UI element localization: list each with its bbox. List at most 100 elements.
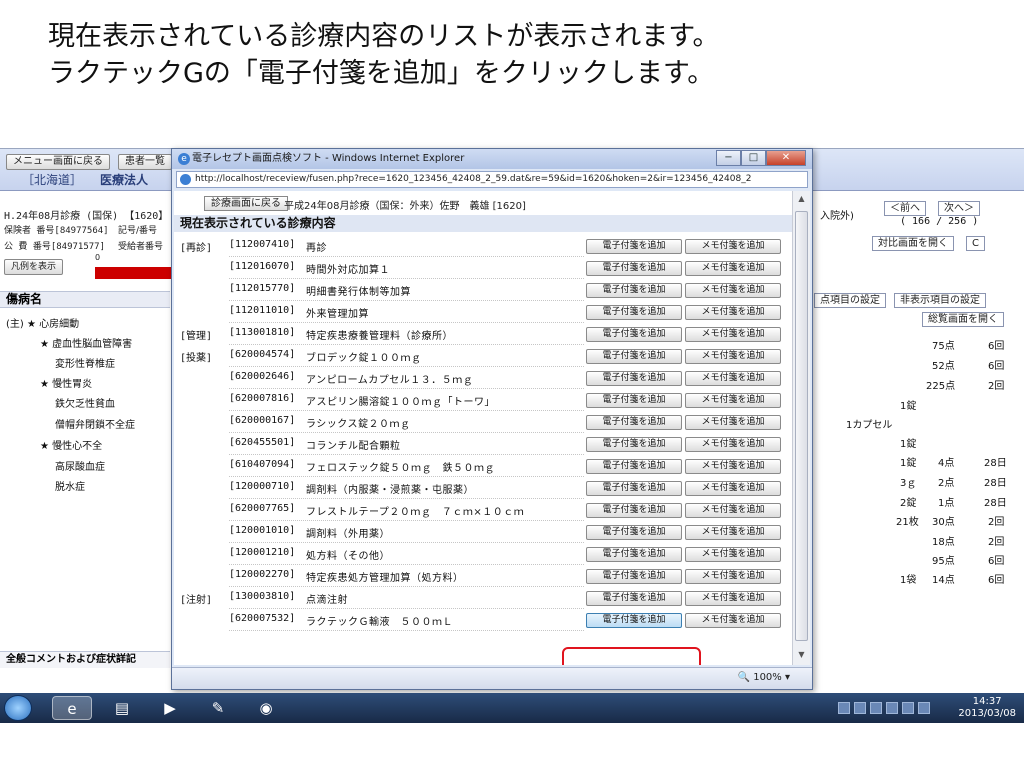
patient-list-button[interactable]: 患者一覧: [118, 154, 172, 170]
hidden-item-settings-button[interactable]: 非表示項目の設定: [894, 293, 986, 308]
tray-icon[interactable]: [918, 702, 930, 714]
page-content: 診療画面に戻る 平成24年08月診療（国保：外来）佐野 義雄 [1620] 現在…: [174, 191, 792, 665]
item-code: [120002270]: [229, 569, 296, 580]
tray-icon[interactable]: [838, 702, 850, 714]
add-memo-note-button[interactable]: メモ付箋を追加: [685, 415, 781, 430]
item-code: [620007816]: [229, 393, 296, 404]
add-electronic-note-button[interactable]: 電子付箋を追加: [586, 393, 682, 408]
add-electronic-note-button[interactable]: 電子付箋を追加: [586, 349, 682, 364]
add-memo-note-button[interactable]: メモ付箋を追加: [685, 327, 781, 342]
item-name: 処方料（その他）: [306, 551, 390, 562]
ie-taskbar-icon[interactable]: e: [52, 696, 92, 720]
add-memo-note-button[interactable]: メモ付箋を追加: [685, 613, 781, 628]
list-item: ★ 慢性心不全: [40, 441, 103, 452]
add-memo-note-button[interactable]: メモ付箋を追加: [685, 371, 781, 386]
next-button[interactable]: 次へ＞: [938, 201, 980, 216]
legend-button[interactable]: 凡例を表示: [4, 259, 64, 275]
vertical-scrollbar[interactable]: ▲ ▼: [792, 191, 810, 665]
table-row: [620007816] アスピリン腸溶錠１００ｍｇ「トーワ」 電子付箋を追加 メモ付箋…: [174, 389, 792, 411]
comment-section-title: 全般コメントおよび症状詳記: [0, 651, 170, 668]
add-electronic-note-button[interactable]: 電子付箋を追加: [586, 327, 682, 342]
add-electronic-note-button[interactable]: 電子付箋を追加: [586, 547, 682, 562]
tray-icon[interactable]: [870, 702, 882, 714]
add-electronic-note-button[interactable]: 電子付箋を追加: [586, 261, 682, 276]
add-electronic-note-button[interactable]: 電子付箋を追加: [586, 459, 682, 474]
item-code: [620455501]: [229, 437, 296, 448]
close-button[interactable]: ✕: [766, 150, 806, 166]
table-row: [620455501] コランチル配合顆粒 電子付箋を追加 メモ付箋を追加: [174, 433, 792, 455]
add-memo-note-button[interactable]: メモ付箋を追加: [685, 393, 781, 408]
list-item: ★ 慢性胃炎: [40, 379, 93, 390]
add-electronic-note-button[interactable]: 電子付箋を追加: [586, 569, 682, 584]
tray-icon[interactable]: [886, 702, 898, 714]
start-button[interactable]: [4, 695, 32, 721]
add-electronic-note-button[interactable]: 電子付箋を追加: [586, 283, 682, 298]
list-item: ★ 虚血性脳血管障害: [40, 339, 133, 350]
window-titlebar[interactable]: e 電子レセプト画面点検ソフト - Windows Internet Explo…: [172, 149, 812, 169]
item-name: ラシックス錠２０ｍｇ: [306, 419, 411, 430]
add-electronic-note-button[interactable]: 電子付箋を追加: [586, 371, 682, 386]
compare-screen-button[interactable]: 対比画面を開く: [872, 236, 954, 251]
menu-return-button[interactable]: メニュー画面に戻る: [6, 154, 110, 170]
item-name: 特定疾患療養管理料（診療所）: [306, 331, 453, 342]
add-electronic-note-button[interactable]: 電子付箋を追加: [586, 481, 682, 496]
add-electronic-note-button[interactable]: 電子付箋を追加: [586, 437, 682, 452]
add-memo-note-button[interactable]: メモ付箋を追加: [685, 525, 781, 540]
item-code: [620004574]: [229, 349, 296, 360]
add-memo-note-button[interactable]: メモ付箋を追加: [685, 569, 781, 584]
address-bar[interactable]: http://localhost/receview/fusen.php?rece…: [176, 171, 808, 188]
minimize-button[interactable]: −: [716, 150, 741, 166]
add-memo-note-button[interactable]: メモ付箋を追加: [685, 305, 781, 320]
item-name: ブロデック錠１００ｍｇ: [306, 353, 422, 364]
add-memo-note-button[interactable]: メモ付箋を追加: [685, 349, 781, 364]
add-memo-note-button[interactable]: メモ付箋を追加: [685, 591, 781, 606]
overview-screen-button[interactable]: 総覧画面を開く: [922, 312, 1004, 327]
maximize-button[interactable]: □: [741, 150, 766, 166]
ie-logo-icon: e: [178, 153, 190, 165]
table-row: [620000167] ラシックス錠２０ｍｇ 電子付箋を追加 メモ付箋を追加: [174, 411, 792, 433]
item-code: [112016070]: [229, 261, 296, 272]
media-taskbar-icon[interactable]: ▶: [150, 696, 190, 720]
add-electronic-note-button[interactable]: 電子付箋を追加: [586, 305, 682, 320]
tray-icon[interactable]: [854, 702, 866, 714]
add-electronic-note-button[interactable]: 電子付箋を追加: [586, 613, 682, 628]
folder-taskbar-icon[interactable]: ▤: [102, 696, 142, 720]
item-name: アスピリン腸溶錠１００ｍｇ「トーワ」: [306, 397, 495, 408]
add-electronic-note-button[interactable]: 電子付箋を追加: [586, 415, 682, 430]
back-to-clinic-button[interactable]: 診療画面に戻る: [204, 196, 288, 211]
tray-icon[interactable]: [902, 702, 914, 714]
c-button[interactable]: C: [966, 236, 985, 251]
add-memo-note-button[interactable]: メモ付箋を追加: [685, 239, 781, 254]
add-memo-note-button[interactable]: メモ付箋を追加: [685, 459, 781, 474]
add-memo-note-button[interactable]: メモ付箋を追加: [685, 437, 781, 452]
caption-line-2: ラクテックGの「電子付箋を追加」をクリックします。: [48, 58, 715, 89]
item-name: ラクテックＧ輸液 ５００ｍＬ: [306, 617, 453, 628]
scroll-down-icon[interactable]: ▼: [793, 647, 810, 663]
scroll-up-icon[interactable]: ▲: [793, 191, 810, 207]
page-indicator: ( 166 / 256 ): [900, 216, 979, 227]
disease-section-title: 傷病名: [0, 291, 170, 308]
add-memo-note-button[interactable]: メモ付箋を追加: [685, 481, 781, 496]
zoom-control[interactable]: 🔍 100% ▾: [738, 672, 790, 683]
prev-button[interactable]: ＜前へ: [884, 201, 926, 216]
clock-time: 14:37: [972, 696, 1002, 707]
add-electronic-note-button[interactable]: 電子付箋を追加: [586, 525, 682, 540]
progress-bar: [95, 267, 175, 279]
add-memo-note-button[interactable]: メモ付箋を追加: [685, 283, 781, 298]
scroll-thumb[interactable]: [795, 211, 808, 641]
add-memo-note-button[interactable]: メモ付箋を追加: [685, 547, 781, 562]
add-electronic-note-button[interactable]: 電子付箋を追加: [586, 591, 682, 606]
add-electronic-note-button[interactable]: 電子付箋を追加: [586, 503, 682, 518]
score-item-settings-button[interactable]: 点項目の設定: [814, 293, 886, 308]
clock[interactable]: 14:37 2013/03/08: [958, 696, 1016, 720]
item-name: フレストルテープ２０ｍｇ ７ｃｍ×１０ｃｍ: [306, 507, 525, 518]
add-memo-note-button[interactable]: メモ付箋を追加: [685, 261, 781, 276]
clock-date: 2013/03/08: [958, 708, 1016, 719]
paint-taskbar-icon[interactable]: ✎: [198, 696, 238, 720]
table-row: [再診] [112007410] 再診 電子付箋を追加 メモ付箋を追加: [174, 235, 792, 257]
add-memo-note-button[interactable]: メモ付箋を追加: [685, 503, 781, 518]
taskbar: e ▤ ▶ ✎ ◉ 14:37 2013/03/08: [0, 693, 1024, 723]
add-electronic-note-button[interactable]: 電子付箋を追加: [586, 239, 682, 254]
browser-taskbar-icon[interactable]: ◉: [246, 696, 286, 720]
item-name: 外来管理加算: [306, 309, 369, 320]
